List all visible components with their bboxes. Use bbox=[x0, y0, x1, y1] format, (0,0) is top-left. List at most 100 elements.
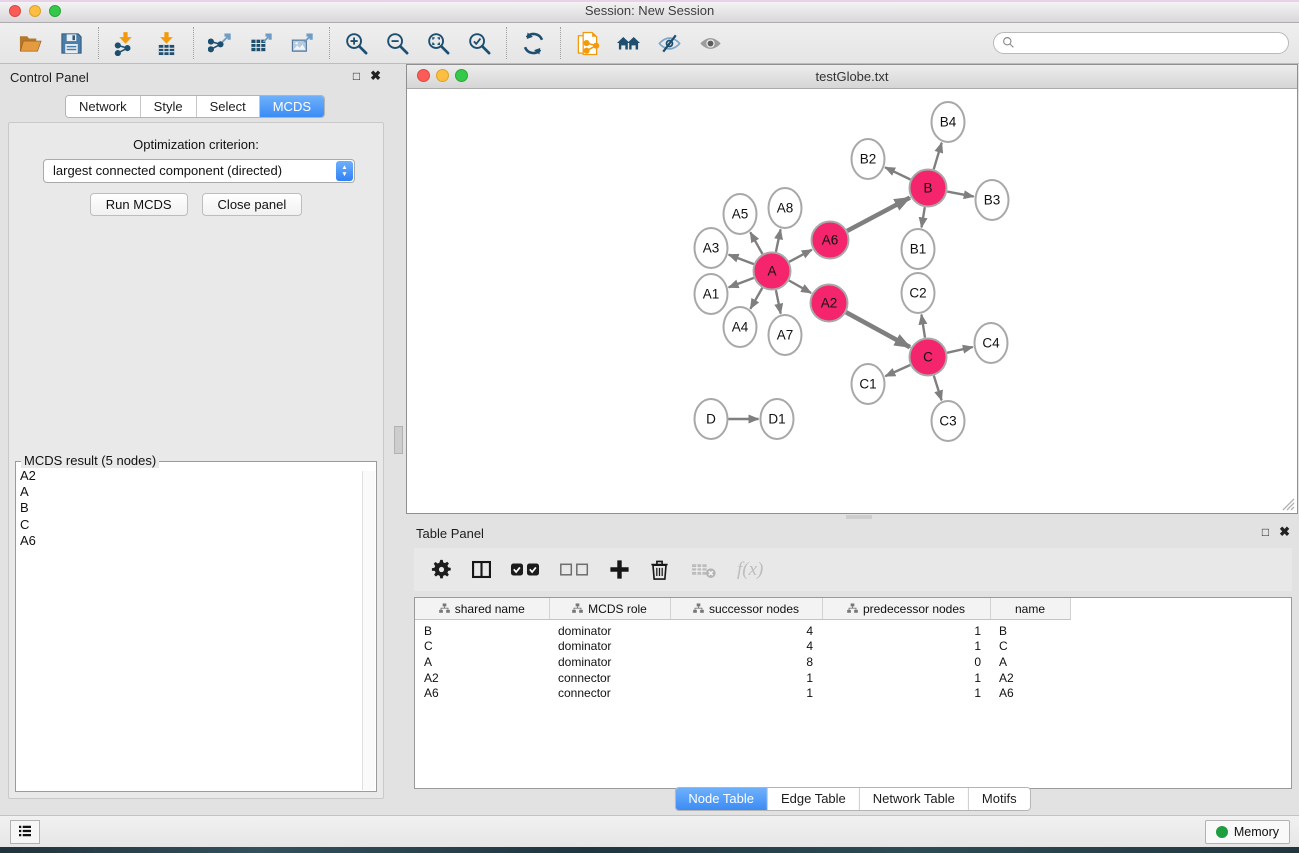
column-header-mcds-role[interactable]: MCDS role bbox=[549, 598, 670, 620]
graph-node-C1[interactable]: C1 bbox=[852, 364, 885, 404]
mcds-result-item[interactable]: A2 bbox=[20, 468, 359, 484]
save-session-button[interactable] bbox=[51, 25, 92, 61]
graph-node-B2[interactable]: B2 bbox=[852, 139, 885, 179]
graph-node-A5[interactable]: A5 bbox=[724, 194, 757, 234]
column-header-predecessor-nodes[interactable]: predecessor nodes bbox=[822, 598, 990, 620]
splitter-handle[interactable] bbox=[846, 515, 872, 519]
graph-node-A8[interactable]: A8 bbox=[769, 188, 802, 228]
tab-network-table[interactable]: Network Table bbox=[860, 788, 969, 810]
graph-node-B3[interactable]: B3 bbox=[976, 180, 1009, 220]
graph-node-C[interactable]: C bbox=[910, 339, 947, 376]
import-network-button[interactable] bbox=[105, 25, 146, 61]
memory-button[interactable]: Memory bbox=[1205, 820, 1290, 844]
tab-node-table[interactable]: Node Table bbox=[675, 788, 768, 810]
zoom-in-button[interactable] bbox=[336, 25, 377, 61]
mcds-result-item[interactable]: A bbox=[20, 484, 359, 500]
table-row[interactable]: A6connector11A6 bbox=[415, 685, 1070, 701]
run-mcds-button[interactable]: Run MCDS bbox=[90, 193, 188, 216]
export-image-button[interactable] bbox=[282, 25, 323, 61]
add-column-button[interactable] bbox=[608, 558, 631, 581]
result-scrollbar[interactable] bbox=[362, 471, 375, 790]
home-views-button[interactable] bbox=[608, 25, 649, 61]
float-panel-icon[interactable]: □ bbox=[353, 69, 360, 83]
search-input[interactable] bbox=[993, 32, 1289, 54]
table-row[interactable]: Cdominator41C bbox=[415, 639, 1070, 655]
bird-eye-button[interactable] bbox=[690, 25, 731, 61]
mcds-result-item[interactable]: B bbox=[20, 500, 359, 516]
graph-node-B1[interactable]: B1 bbox=[902, 229, 935, 269]
graph-node-D[interactable]: D bbox=[695, 399, 728, 439]
tab-motifs[interactable]: Motifs bbox=[969, 788, 1030, 810]
graph-node-A1[interactable]: A1 bbox=[695, 274, 728, 314]
graph-edge-B-B4[interactable] bbox=[934, 143, 942, 170]
graph-node-C3[interactable]: C3 bbox=[932, 401, 965, 441]
graph-node-D1[interactable]: D1 bbox=[761, 399, 794, 439]
tab-style[interactable]: Style bbox=[141, 96, 197, 117]
graph-edge-C-C4[interactable] bbox=[947, 347, 973, 353]
hidden-eye-button[interactable] bbox=[649, 25, 690, 61]
graph-edge-A-A7[interactable] bbox=[776, 290, 781, 314]
graph-edge-A2-C[interactable] bbox=[846, 312, 910, 347]
graph-node-B[interactable]: B bbox=[910, 170, 947, 207]
graph-node-B4[interactable]: B4 bbox=[932, 102, 965, 142]
graph-edge-A-A1[interactable] bbox=[729, 278, 754, 288]
float-table-panel-icon[interactable]: □ bbox=[1262, 525, 1269, 539]
open-folder-button[interactable] bbox=[10, 25, 51, 61]
close-panel-button[interactable]: Close panel bbox=[202, 193, 303, 216]
graph-edge-A-A6[interactable] bbox=[789, 250, 812, 262]
graph-edge-A-A4[interactable] bbox=[750, 288, 762, 309]
graph-edge-C-C1[interactable] bbox=[885, 365, 910, 376]
mcds-result-item[interactable]: C bbox=[20, 517, 359, 533]
network-canvas[interactable]: A A1 A2 A3 A4 A5 A6 A7 A8 B B1 B2 B3 B4 C C1 C2 C3C4 D D1 bbox=[407, 89, 1297, 513]
mcds-result-item[interactable]: A6 bbox=[20, 533, 359, 549]
graph-edge-B-B3[interactable] bbox=[947, 192, 974, 197]
close-table-panel-icon[interactable]: ✖ bbox=[1279, 525, 1290, 539]
tab-edge-table[interactable]: Edge Table bbox=[768, 788, 860, 810]
close-panel-icon[interactable]: ✖ bbox=[370, 69, 381, 83]
export-network-button[interactable] bbox=[200, 25, 241, 61]
tab-network[interactable]: Network bbox=[66, 96, 141, 117]
panel-list-button[interactable] bbox=[10, 820, 40, 844]
delete-column-button[interactable] bbox=[648, 558, 671, 581]
zoom-out-button[interactable] bbox=[377, 25, 418, 61]
graph-edge-A6-B[interactable] bbox=[847, 198, 910, 231]
tab-select[interactable]: Select bbox=[197, 96, 260, 117]
graph-node-A4[interactable]: A4 bbox=[724, 307, 757, 347]
graph-node-A[interactable]: A bbox=[754, 253, 791, 290]
resize-grip[interactable] bbox=[1282, 498, 1295, 511]
refresh-layout-button[interactable] bbox=[513, 25, 554, 61]
zoom-fit-button[interactable] bbox=[418, 25, 459, 61]
table-row[interactable]: Adominator80A bbox=[415, 654, 1070, 670]
graph-edge-B-B1[interactable] bbox=[922, 207, 925, 227]
graph-node-A3[interactable]: A3 bbox=[695, 228, 728, 268]
graph-node-A6[interactable]: A6 bbox=[812, 222, 849, 259]
splitter-handle[interactable] bbox=[394, 426, 403, 454]
zoom-selected-button[interactable] bbox=[459, 25, 500, 61]
export-table-button[interactable] bbox=[241, 25, 282, 61]
criterion-select[interactable]: largest connected component (directed) ▲… bbox=[43, 159, 355, 183]
column-header-successor-nodes[interactable]: successor nodes bbox=[670, 598, 822, 620]
graph-node-C4[interactable]: C4 bbox=[975, 323, 1008, 363]
vertical-splitter[interactable] bbox=[390, 64, 406, 815]
tab-mcds[interactable]: MCDS bbox=[260, 96, 324, 117]
show-columns-button[interactable] bbox=[470, 558, 493, 581]
graph-node-C2[interactable]: C2 bbox=[902, 273, 935, 313]
deselect-all-button[interactable] bbox=[559, 558, 591, 581]
graph-edge-A-A3[interactable] bbox=[729, 255, 754, 265]
graph-edge-C-C2[interactable] bbox=[921, 315, 925, 338]
table-mode-gear-button[interactable] bbox=[430, 558, 453, 581]
column-header-shared-name[interactable]: shared name bbox=[415, 598, 549, 620]
graph-node-A2[interactable]: A2 bbox=[811, 285, 848, 322]
graph-edge-A-A8[interactable] bbox=[776, 229, 781, 252]
graph-node-A7[interactable]: A7 bbox=[769, 315, 802, 355]
graph-edge-A-A5[interactable] bbox=[750, 232, 762, 254]
new-network-document-button[interactable] bbox=[567, 25, 608, 61]
column-header-name[interactable]: name bbox=[990, 598, 1070, 620]
graph-edge-A-A2[interactable] bbox=[789, 281, 811, 294]
import-table-button[interactable] bbox=[146, 25, 187, 61]
graph-edge-B-B2[interactable] bbox=[885, 167, 910, 179]
table-row[interactable]: A2connector11A2 bbox=[415, 670, 1070, 686]
table-row[interactable]: Bdominator41B bbox=[415, 620, 1070, 639]
graph-edge-C-C3[interactable] bbox=[934, 376, 942, 401]
select-all-button[interactable] bbox=[510, 558, 542, 581]
